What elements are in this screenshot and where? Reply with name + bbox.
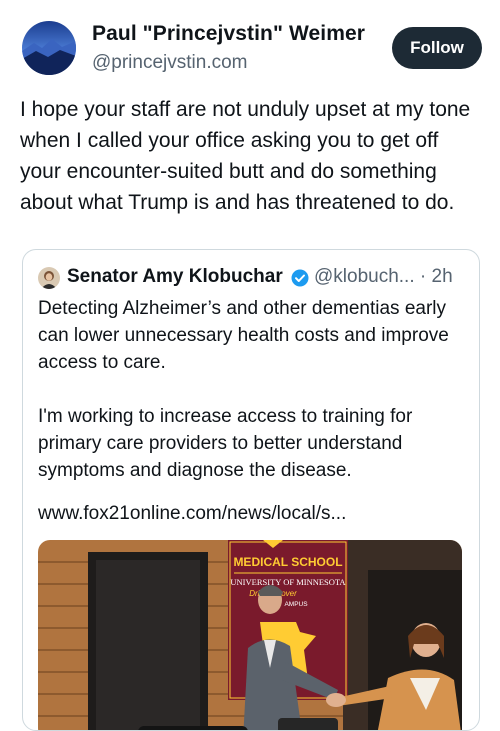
quote-author-avatar[interactable] (38, 267, 60, 289)
quote-author-handle-time: @klobuch... · 2h (314, 266, 453, 287)
quote-paragraph-2: I'm working to increase access to traini… (38, 406, 413, 481)
quote-paragraph-1: Detecting Alzheimer’s and other dementia… (38, 298, 449, 373)
quote-author-name[interactable]: Senator Amy Klobuchar (67, 266, 283, 288)
verified-badge-icon (291, 269, 309, 287)
post-text: I hope your staff are not unduly upset a… (20, 98, 471, 214)
author-name[interactable]: Paul "Princejvstin" Weimer (92, 22, 365, 46)
post-header: Paul "Princejvstin" Weimer @princejvstin… (22, 18, 482, 78)
banner-line-1: UNIVERSITY OF MINNESOTA (230, 577, 346, 587)
banner-line-3: AMPUS (284, 601, 308, 608)
author-handle[interactable]: @princejvstin.com (92, 52, 248, 74)
quote-text: Detecting Alzheimer’s and other dementia… (38, 295, 468, 511)
follow-button[interactable]: Follow (392, 27, 482, 69)
author-avatar[interactable] (22, 21, 76, 75)
quote-link[interactable]: www.fox21online.com/news/local/s... (38, 503, 346, 525)
banner-title: MEDICAL SCHOOL (233, 555, 342, 569)
quote-media-image[interactable]: MEDICAL SCHOOL UNIVERSITY OF MINNESOTA D… (38, 540, 462, 730)
quoted-post[interactable]: Senator Amy Klobuchar @klobuch... · 2h D… (22, 249, 480, 731)
